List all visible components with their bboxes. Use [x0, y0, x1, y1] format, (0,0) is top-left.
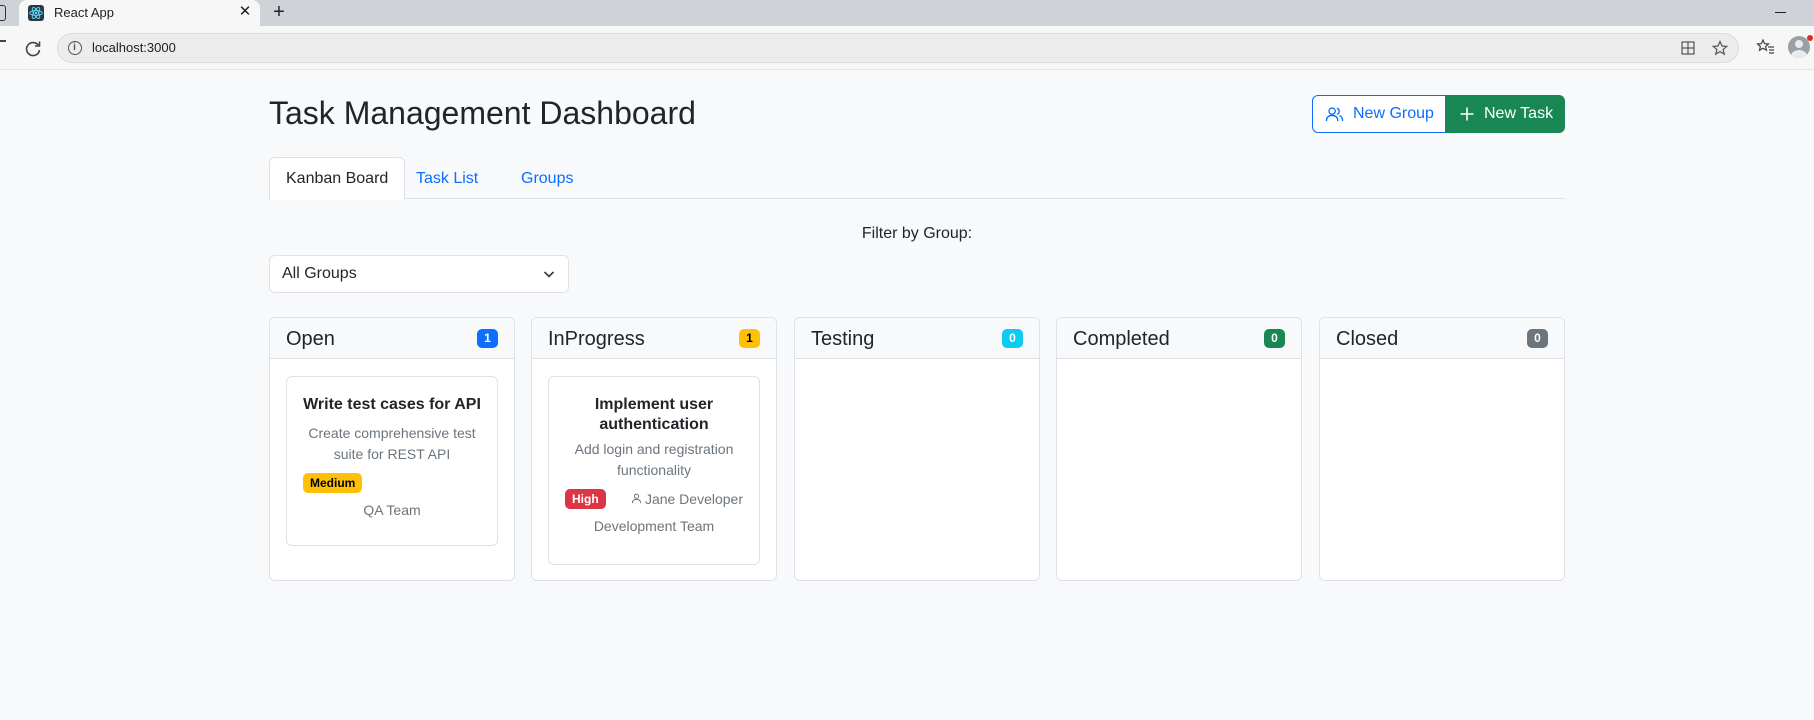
browser-tab[interactable]: React App ✕ [19, 0, 260, 26]
new-group-button[interactable]: New Group [1312, 95, 1446, 133]
kanban-board: Open 1 Write test cases for API Create c… [269, 317, 1565, 581]
tab-task-list[interactable]: Task List [399, 157, 495, 199]
site-info-icon[interactable] [68, 41, 82, 55]
profile-notification-dot [1807, 35, 1813, 41]
task-title: Implement user authentication [594, 396, 714, 433]
priority-badge: Medium [303, 473, 363, 493]
column-title: Open [286, 328, 335, 350]
column-completed: Completed 0 [1056, 317, 1302, 581]
new-tab-button[interactable]: + [268, 2, 290, 24]
task-description: Add login and registration functionality [574, 441, 734, 478]
chevron-down-icon [543, 271, 555, 278]
reload-icon[interactable] [22, 38, 44, 60]
browser-tab-strip: React App ✕ + [0, 0, 1814, 26]
task-group: Development Team [593, 518, 715, 534]
column-header: InProgress 1 [532, 318, 776, 359]
star-bookmark-icon[interactable] [1711, 40, 1729, 56]
column-header: Open 1 [270, 318, 514, 359]
task-card[interactable]: Write test cases for API Create comprehe… [286, 376, 498, 546]
plus-icon [1460, 107, 1474, 121]
priority-badge: High [565, 489, 606, 509]
task-card[interactable]: Implement user authentication Add login … [548, 376, 760, 565]
tab-title: React App [54, 5, 114, 20]
previous-tab-edge[interactable] [0, 5, 6, 21]
task-title: Write test cases for API [303, 396, 481, 413]
app-available-icon[interactable] [1680, 40, 1696, 56]
new-group-label: New Group [1353, 105, 1434, 122]
assignee-name: Jane Developer [644, 491, 743, 507]
new-task-label: New Task [1484, 105, 1554, 122]
column-closed: Closed 0 [1319, 317, 1565, 581]
count-badge: 0 [1264, 329, 1285, 348]
url-text[interactable]: localhost:3000 [92, 40, 176, 55]
count-badge: 1 [477, 329, 498, 348]
count-badge: 0 [1002, 329, 1023, 348]
column-title: Completed [1073, 328, 1170, 350]
column-header: Completed 0 [1057, 318, 1301, 359]
column-title: Closed [1336, 328, 1399, 350]
new-task-button[interactable]: New Task [1446, 95, 1565, 133]
column-inprogress: InProgress 1 Implement user authenticati… [531, 317, 777, 581]
browser-toolbar: localhost:3000 [0, 26, 1814, 70]
task-group: QA Team [363, 502, 421, 518]
tab-groups[interactable]: Groups [504, 157, 590, 199]
people-icon [1325, 106, 1344, 121]
column-testing: Testing 0 [794, 317, 1040, 581]
back-arrow-icon[interactable] [0, 40, 6, 42]
column-header: Closed 0 [1320, 318, 1564, 359]
group-filter-select[interactable]: All Groups [269, 255, 569, 293]
column-header: Testing 0 [795, 318, 1039, 359]
view-tabs: Kanban Board Task List Groups [269, 157, 1565, 200]
count-badge: 1 [739, 329, 760, 348]
column-title: Testing [811, 328, 875, 350]
minimize-window-button[interactable] [1770, 3, 1792, 21]
address-bar[interactable]: localhost:3000 [57, 33, 1739, 63]
filter-label: Filter by Group: [861, 225, 973, 242]
tab-kanban-board[interactable]: Kanban Board [269, 157, 406, 200]
person-icon [631, 493, 642, 504]
task-description: Create comprehensive test suite for REST… [308, 425, 476, 462]
column-open: Open 1 Write test cases for API Create c… [269, 317, 515, 581]
page-title: Task Management Dashboard [269, 95, 696, 131]
column-title: InProgress [548, 328, 645, 350]
count-badge: 0 [1527, 329, 1548, 348]
task-assignee: Jane Developer [631, 491, 743, 507]
group-filter-value: All Groups [282, 265, 357, 282]
close-tab-icon[interactable]: ✕ [235, 2, 255, 22]
react-favicon-icon [28, 5, 44, 21]
favorites-icon[interactable] [1756, 37, 1776, 57]
header-actions: New Group New Task [1312, 95, 1565, 133]
